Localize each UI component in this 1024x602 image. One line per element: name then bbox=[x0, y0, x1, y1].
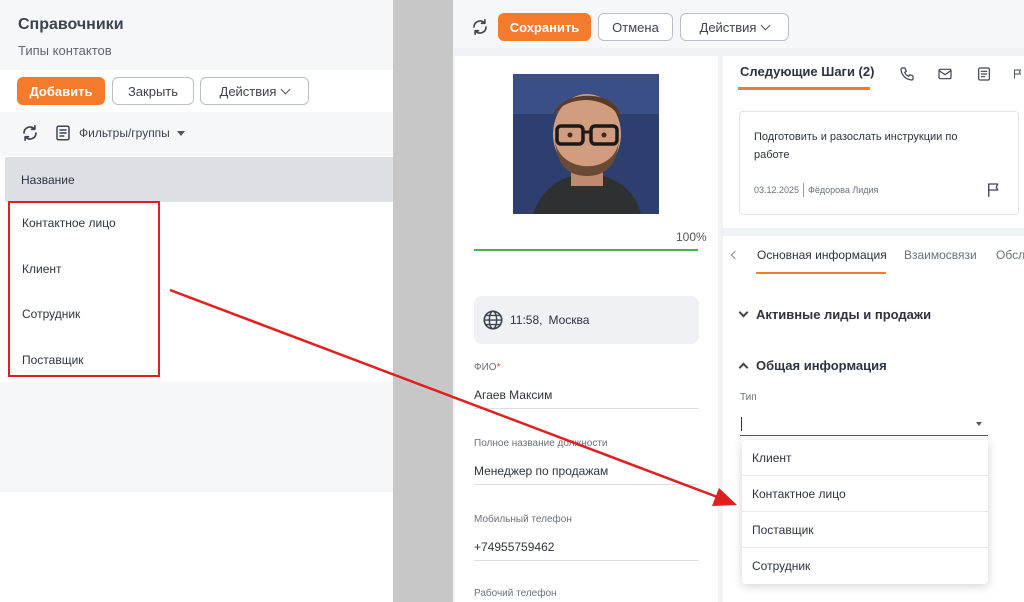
task-text: Подготовить и разослать инструкции по ра… bbox=[754, 131, 958, 161]
email-icon[interactable] bbox=[936, 65, 954, 83]
profile-progress-label: 100% bbox=[676, 230, 707, 244]
caret-down-icon bbox=[976, 422, 982, 426]
caret-down-icon bbox=[176, 130, 185, 136]
chevron-left-icon[interactable] bbox=[730, 248, 740, 262]
page-title: Справочники bbox=[18, 16, 124, 33]
text-cursor bbox=[741, 417, 742, 431]
tab-relations[interactable]: Взаимосвязи bbox=[904, 248, 977, 262]
chevron-down-icon bbox=[738, 307, 749, 318]
position-field[interactable]: Менеджер по продажам bbox=[474, 464, 699, 485]
flag-icon[interactable] bbox=[1012, 65, 1024, 83]
active-tab-indicator bbox=[756, 272, 886, 274]
directories-panel: Справочники Типы контактов Добавить Закр… bbox=[0, 0, 393, 602]
mobile-phone-field[interactable]: +74955759462 bbox=[474, 540, 699, 561]
flag-icon[interactable] bbox=[984, 180, 1004, 200]
panel-footer-area bbox=[0, 382, 393, 492]
avatar[interactable] bbox=[513, 74, 659, 214]
profile-progress-bar bbox=[474, 249, 698, 251]
task-assignee: Фёдорова Лидия bbox=[808, 185, 879, 195]
position-label: Полное название должности bbox=[474, 438, 608, 449]
actions-dropdown-button[interactable]: Действия bbox=[200, 77, 309, 105]
page-subtitle: Типы контактов bbox=[18, 43, 112, 58]
section-general-info[interactable]: Общая информация bbox=[738, 358, 887, 373]
type-option-contact-person[interactable]: Контактное лицо bbox=[742, 476, 988, 512]
task-date: 03.12.2025 bbox=[754, 185, 800, 195]
list-icon bbox=[56, 125, 70, 141]
close-button[interactable]: Закрыть bbox=[112, 77, 194, 105]
cancel-button-label: Отмена bbox=[612, 19, 659, 35]
section-active-leads[interactable]: Активные лиды и продажи bbox=[738, 307, 932, 322]
detail-tabs: Основная информация Взаимосвязи Обсл bbox=[726, 236, 1024, 274]
mobile-phone-label: Мобильный телефон bbox=[474, 514, 572, 525]
local-time: 11:58, bbox=[510, 313, 543, 327]
annotation-highlight-box bbox=[8, 201, 160, 377]
chevron-up-icon bbox=[738, 362, 749, 372]
local-city: Москва bbox=[548, 313, 590, 327]
refresh-icon[interactable] bbox=[470, 17, 490, 37]
chevron-down-icon bbox=[761, 20, 771, 30]
section-general-info-title: Общая информация bbox=[756, 358, 887, 373]
tab-main-info[interactable]: Основная информация bbox=[757, 248, 887, 262]
type-option-supplier[interactable]: Поставщик bbox=[742, 512, 988, 548]
next-step-task-card[interactable]: Подготовить и разослать инструкции по ра… bbox=[739, 111, 1019, 215]
close-button-label: Закрыть bbox=[127, 83, 179, 99]
save-button-label: Сохранить bbox=[509, 19, 580, 35]
type-dropdown-menu: Клиент Контактное лицо Поставщик Сотрудн… bbox=[742, 440, 988, 584]
filters-groups-button[interactable]: Фильтры/группы bbox=[54, 124, 185, 142]
actions-button-label: Действия bbox=[699, 19, 757, 35]
chevron-down-icon bbox=[281, 84, 291, 94]
local-time-box: 11:58, Москва bbox=[474, 296, 699, 344]
task-meta: 03.12.2025 Фёдорова Лидия bbox=[754, 183, 879, 197]
fio-field[interactable]: Агаев Максим bbox=[474, 388, 699, 409]
section-active-leads-title: Активные лиды и продажи bbox=[756, 307, 932, 322]
tab-service[interactable]: Обсл bbox=[996, 248, 1024, 262]
globe-icon bbox=[483, 310, 503, 330]
directories-header bbox=[0, 0, 393, 70]
actions-dropdown-button[interactable]: Действия bbox=[680, 13, 789, 41]
type-option-employee[interactable]: Сотрудник bbox=[742, 548, 988, 584]
next-steps-tab-indicator bbox=[738, 87, 870, 90]
table-header-name[interactable]: Название bbox=[5, 157, 393, 202]
save-button[interactable]: Сохранить bbox=[498, 13, 591, 41]
filters-label: Фильтры/группы bbox=[79, 126, 170, 140]
fio-label: ФИО* bbox=[474, 362, 501, 373]
next-steps-title[interactable]: Следующие Шаги (2) bbox=[740, 64, 874, 79]
profile-progress-fill bbox=[474, 249, 698, 251]
actions-button-label: Действия bbox=[219, 83, 277, 99]
work-phone-label: Рабочий телефон bbox=[474, 588, 557, 599]
add-button-label: Добавить bbox=[29, 83, 93, 99]
note-icon[interactable] bbox=[975, 65, 993, 83]
cancel-button[interactable]: Отмена bbox=[598, 13, 673, 41]
type-option-client[interactable]: Клиент bbox=[742, 440, 988, 476]
type-label: Тип bbox=[740, 392, 757, 403]
refresh-icon[interactable] bbox=[20, 123, 40, 143]
type-select[interactable] bbox=[740, 414, 988, 436]
panel-divider bbox=[393, 0, 453, 602]
phone-icon[interactable] bbox=[898, 65, 916, 83]
add-button[interactable]: Добавить bbox=[17, 77, 105, 105]
